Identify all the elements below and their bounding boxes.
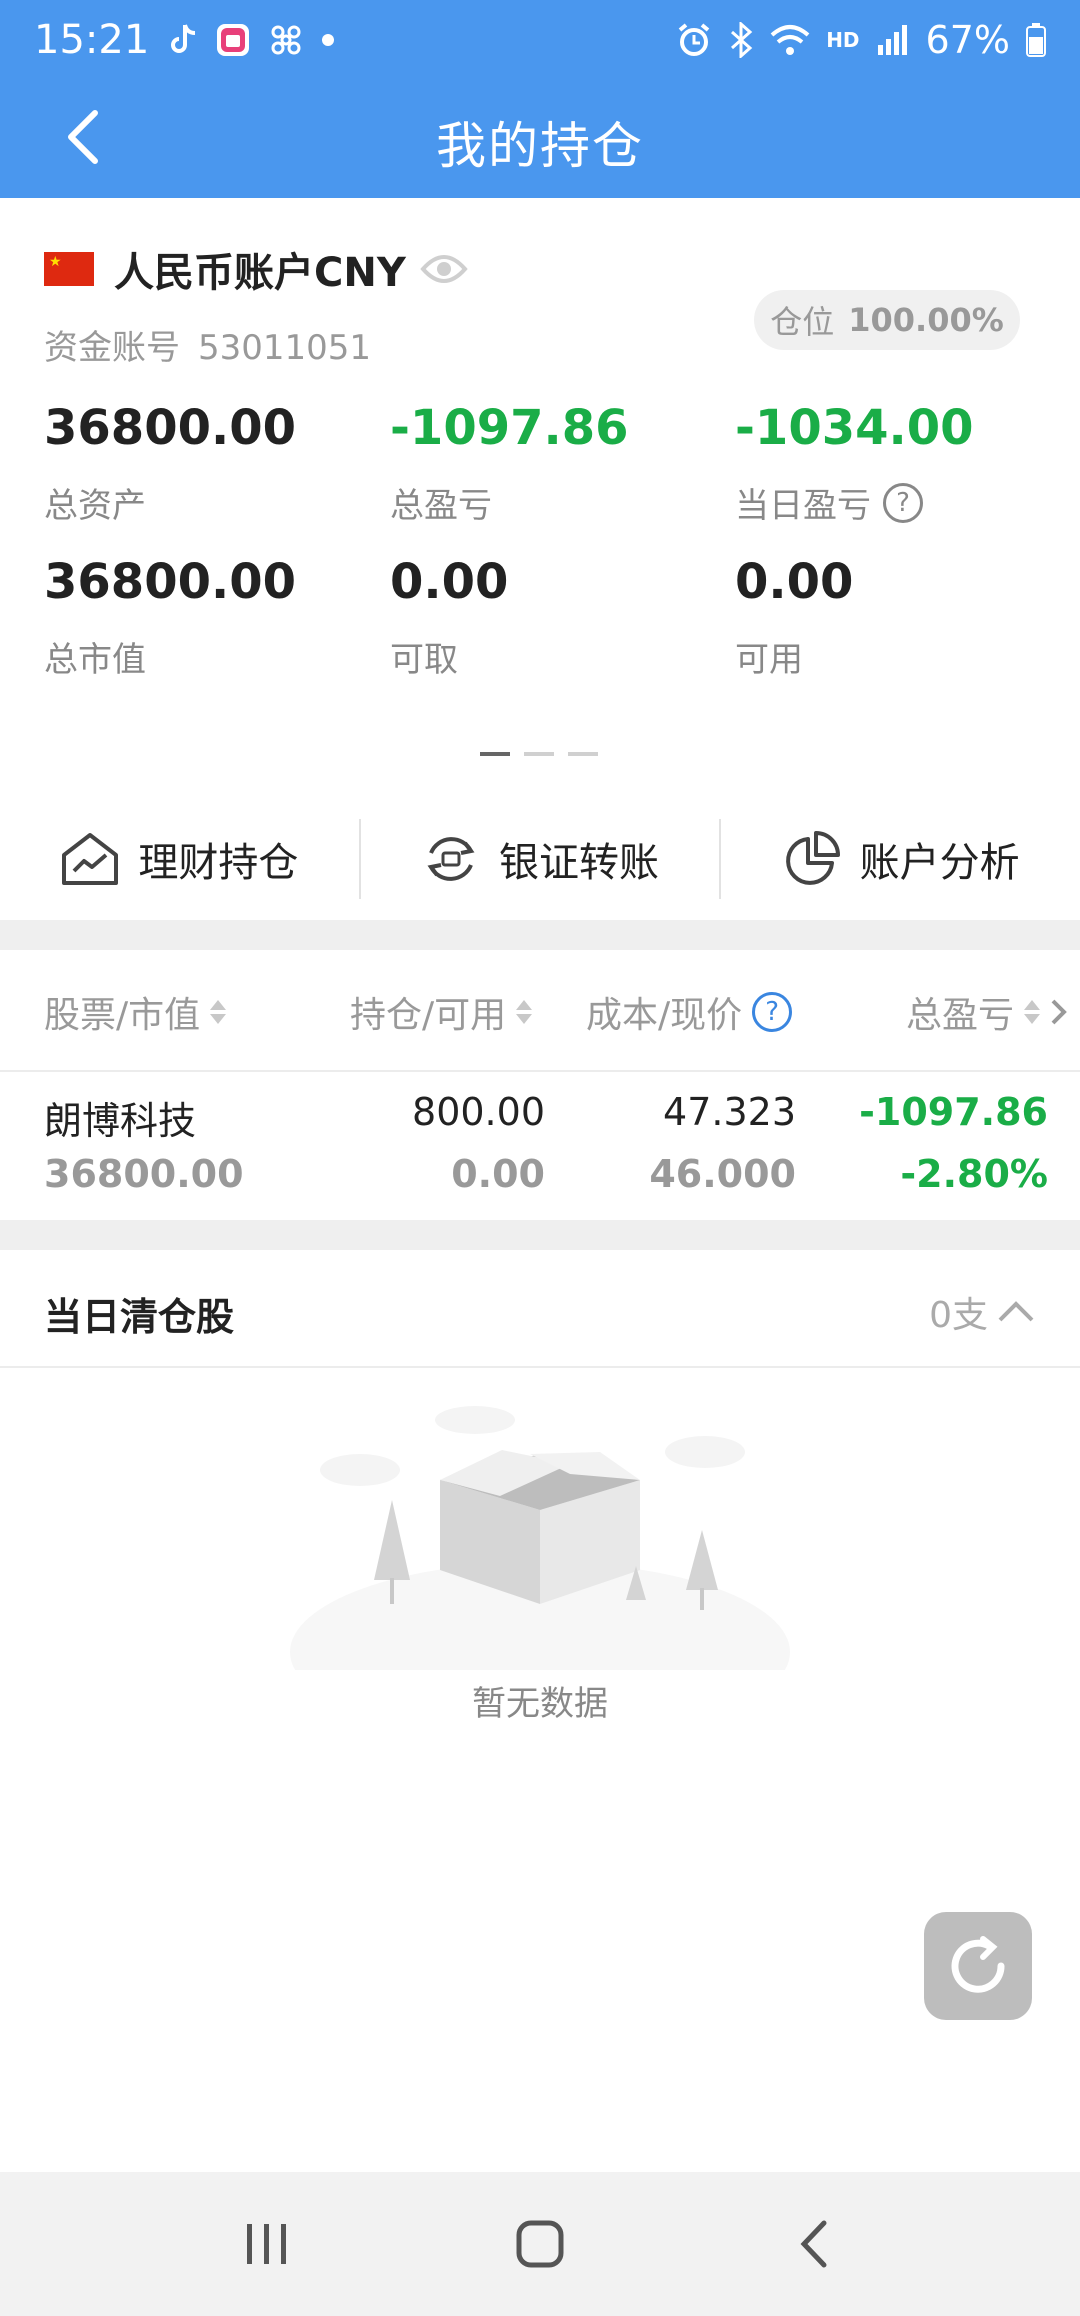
column-header-pnl[interactable]: 总盈亏 [906,986,1068,1038]
metric-daily-pnl: -1034.00 当日盈亏 ? [735,400,1035,527]
pie-chart-icon [785,831,840,885]
chevron-right-icon[interactable] [1050,998,1068,1026]
help-icon[interactable]: ? [883,482,923,523]
metric-label: 当日盈亏 ? [735,478,1035,527]
account-header: ★ 人民币账户CNY [44,240,468,298]
page-title: 我的持仓 [436,117,644,175]
status-time: 15:21 [34,17,150,63]
house-chart-icon [62,833,119,885]
metric-withdrawable: 0.00 可取 [390,554,690,681]
recent-apps-icon [246,2224,286,2264]
sort-icon [1024,1000,1041,1024]
quick-action-analysis[interactable]: 账户分析 [721,819,1080,899]
empty-state-text: 暂无数据 [472,1684,608,1724]
stock-price: 46.000 [649,1152,796,1196]
chevron-up-icon[interactable] [996,1300,1036,1324]
stock-cost: 47.323 [663,1090,796,1134]
metric-value: -1034.00 [735,400,974,456]
metric-available: 0.00 可用 [735,554,1035,681]
account-number-label: 资金账号 [44,328,180,368]
stock-available: 0.00 [451,1152,545,1196]
stock-name: 朗博科技 [44,1099,197,1143]
table-header: 股票/市值 持仓/可用 成本/现价 ? 总盈亏 [0,950,1080,1072]
cleared-today-header[interactable]: 当日清仓股 0支 [0,1250,1080,1368]
quick-action-wealth[interactable]: 理财持仓 [0,819,359,899]
metric-market-value: 36800.00 总市值 [44,554,344,681]
refresh-icon [951,1936,1005,1993]
page-dot [568,752,598,756]
metric-label: 总资产 [44,486,146,526]
account-summary: ★ 人民币账户CNY 资金账号 53011051 仓位 100.00% 36800… [0,198,1080,920]
cleared-today-title: 当日清仓股 [44,1295,235,1339]
refresh-button[interactable] [924,1912,1032,2020]
shopping-icon [215,22,251,58]
quick-action-transfer[interactable]: 银证转账 [361,819,720,899]
cleared-today-count-wrap: 0支 [929,1286,1036,1338]
section-gap [0,920,1080,950]
table-row[interactable]: 朗博科技 36800.00 800.00 0.00 47.323 46.000 … [0,1072,1080,1220]
tiktok-icon [167,23,197,57]
transfer-icon [427,837,475,881]
empty-box-illustration [290,1406,790,1670]
eye-icon[interactable] [420,252,468,286]
page-indicator [480,752,598,756]
position-value: 100.00% [848,301,1004,339]
stock-pnl: -1097.86 [859,1090,1048,1134]
system-back-button[interactable] [768,2199,858,2289]
sort-icon [210,1000,227,1024]
column-header-cost: 成本/现价 ? [586,986,793,1038]
fan-icon [269,23,303,57]
home-icon [516,2220,564,2268]
metric-total-assets: 36800.00 总资产 [44,400,344,527]
recent-apps-button[interactable] [222,2199,312,2289]
stock-pnl-percent: -2.80% [900,1152,1048,1196]
back-icon [800,2220,827,2268]
metric-label: 可取 [390,640,458,680]
metric-value: 0.00 [390,554,509,610]
position-badge: 仓位 100.00% [754,290,1020,350]
signal-icon [876,23,910,57]
status-bar: 15:21 HD 67% [0,0,1080,80]
quick-actions: 理财持仓 银证转账 账户分析 [0,798,1080,920]
column-header-position[interactable]: 持仓/可用 [350,986,533,1038]
help-icon[interactable]: ? [752,992,793,1032]
cleared-today-count: 0支 [929,1295,988,1336]
metric-value: -1097.86 [390,400,629,456]
holdings-table: 股票/市值 持仓/可用 成本/现价 ? 总盈亏 朗博科技 36800.00 80… [0,950,1080,1220]
metric-label: 总盈亏 [390,486,492,526]
quick-action-label: 理财持仓 [138,840,299,886]
account-number-row: 资金账号 53011051 [44,320,371,369]
battery-percent: 67% [925,18,1010,62]
stock-position: 800.00 [412,1090,545,1134]
wifi-icon [770,23,810,57]
metric-value: 0.00 [735,554,854,610]
app-bar: 我的持仓 [0,80,1080,198]
battery-icon [1026,23,1046,57]
china-flag-icon: ★ [44,252,94,286]
stock-market-value: 36800.00 [44,1152,244,1196]
hd-label: HD [826,28,860,52]
alarm-icon [676,22,712,58]
sort-icon [516,1000,533,1024]
metric-total-pnl: -1097.86 总盈亏 [390,400,690,527]
bluetooth-icon [728,22,754,58]
quick-action-label: 账户分析 [859,840,1020,886]
metric-label: 总市值 [44,640,146,680]
position-label: 仓位 [770,303,835,341]
page-dot [480,752,510,756]
page-dot [524,752,554,756]
account-name: 人民币账户CNY [114,250,406,296]
section-gap [0,1220,1080,1250]
dot-icon [321,33,335,47]
metric-value: 36800.00 [44,554,297,610]
quick-action-label: 银证转账 [499,840,659,886]
home-button[interactable] [495,2199,585,2289]
system-navigation-bar [0,2172,1080,2316]
account-number: 53011051 [198,328,372,368]
metric-value: 36800.00 [44,400,297,456]
metric-label: 可用 [735,640,803,680]
column-header-stock[interactable]: 股票/市值 [44,986,227,1038]
